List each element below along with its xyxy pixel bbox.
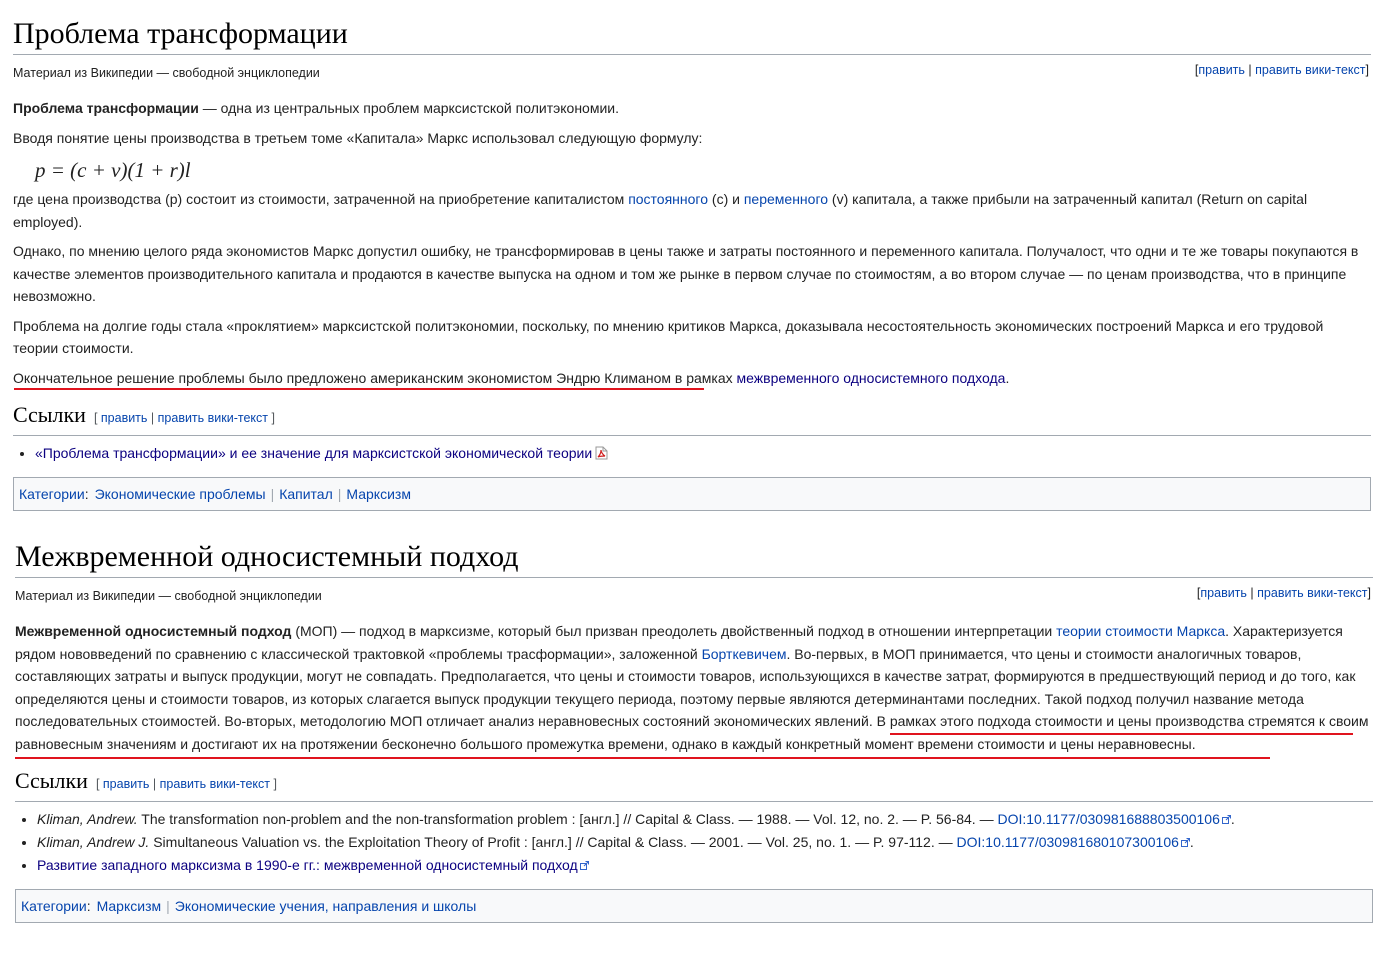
external-link-icon: [1180, 831, 1190, 847]
formula: p = (c + v)(1 + r)l: [35, 158, 191, 182]
categories-label-link[interactable]: Категории: [19, 486, 85, 502]
tagline: Материал из Википедии — свободной энцикл…: [15, 589, 322, 603]
section-edit-link[interactable]: править: [101, 411, 148, 425]
tssi-link[interactable]: межвременного односистемного подхода: [737, 370, 1006, 386]
categories-box: Категории: Марксизм | Экономические учения,…: [15, 889, 1373, 923]
annotation-underline: [14, 388, 704, 390]
edit-link[interactable]: править: [1200, 586, 1247, 600]
doi-link[interactable]: DOI:10.1177/030981688803500106: [997, 811, 1219, 827]
page-edit-links: [править | править вики-текст]: [1196, 586, 1371, 600]
category-link[interactable]: Экономические проблемы: [95, 486, 266, 502]
intro-paragraph: Проблема трансформации — одна из централ…: [13, 100, 619, 116]
section-edit-link[interactable]: править: [103, 777, 150, 791]
categories-box: Категории: Экономические проблемы | Капитал…: [13, 477, 1371, 511]
links-heading: Ссылки[ править | править вики-текст ]: [13, 401, 1371, 436]
references-list: «Проблема трансформации» и ее значение д…: [13, 442, 1371, 465]
category-link[interactable]: Марксизм: [97, 898, 162, 914]
paragraph-solution: Окончательное решение проблемы было пред…: [13, 369, 1010, 386]
list-item: Развитие западного марксизма в 1990-е гг…: [37, 854, 1373, 877]
references-list: Kliman, Andrew. The transformation non-p…: [15, 808, 1373, 877]
list-item: Kliman, Andrew. The transformation non-p…: [37, 808, 1373, 831]
reference-pdf-link[interactable]: «Проблема трансформации» и ее значение д…: [35, 445, 592, 461]
category-link[interactable]: Марксизм: [346, 486, 411, 502]
category-link[interactable]: Экономические учения, направления и школ…: [175, 898, 477, 914]
page-title: Межвременной односистемный подход: [15, 539, 1373, 578]
paragraph-curse: Проблема на долгие годы стала «проклятие…: [13, 317, 1324, 357]
reference-external-link[interactable]: Развитие западного марксизма в 1990-е гг…: [37, 857, 578, 873]
paragraph-criticism: Однако, по мнению целого ряда экономисто…: [13, 243, 1359, 304]
tagline: Материал из Википедии — свободной энцикл…: [13, 66, 320, 80]
page-edit-links: [править | править вики-текст]: [1194, 63, 1369, 77]
doi-link[interactable]: DOI:10.1177/030981680107300106: [957, 834, 1179, 850]
section-edit-links: [ править | править вики-текст ]: [93, 411, 275, 425]
intro-bold-term: Проблема трансформации: [13, 100, 199, 116]
edit-wikitext-link[interactable]: править вики-текст: [1255, 63, 1365, 77]
article-tssi: Межвременной односистемный подход Матери…: [15, 539, 1373, 923]
constant-capital-link[interactable]: постоянного: [628, 191, 708, 207]
external-link-icon: [1221, 808, 1231, 824]
section-edit-wikitext-link[interactable]: править вики-текст: [160, 777, 270, 791]
annotation-underline: [15, 757, 1270, 759]
list-item: Kliman, Andrew J. Simultaneous Valuation…: [37, 831, 1373, 854]
edit-link[interactable]: править: [1198, 63, 1245, 77]
intro-bold-term: Межвременной односистемный подход: [15, 623, 292, 639]
paragraph-price-of-production: где цена производства (p) состоит из сто…: [13, 191, 1308, 230]
annotation-underline: [890, 733, 1353, 735]
edit-wikitext-link[interactable]: править вики-текст: [1257, 586, 1367, 600]
section-edit-wikitext-link[interactable]: править вики-текст: [158, 411, 268, 425]
variable-capital-link[interactable]: переменного: [744, 191, 828, 207]
paragraph-formula-intro: Вводя понятие цены производства в третье…: [13, 129, 703, 146]
category-link[interactable]: Капитал: [279, 486, 333, 502]
article-transformation-problem: Проблема трансформации Материал из Викип…: [13, 16, 1371, 511]
pdf-icon: [595, 444, 608, 460]
external-link-icon: [579, 854, 589, 870]
marx-value-theory-link[interactable]: теории стоимости Маркса: [1056, 623, 1225, 639]
bortkiewicz-link[interactable]: Борткевичем: [702, 646, 787, 662]
list-item: «Проблема трансформации» и ее значение д…: [35, 442, 1371, 465]
page-title: Проблема трансформации: [13, 16, 1371, 55]
categories-label-link[interactable]: Категории: [21, 898, 87, 914]
section-edit-links: [ править | править вики-текст ]: [95, 777, 277, 791]
links-heading: Ссылки[ править | править вики-текст ]: [15, 767, 1373, 802]
